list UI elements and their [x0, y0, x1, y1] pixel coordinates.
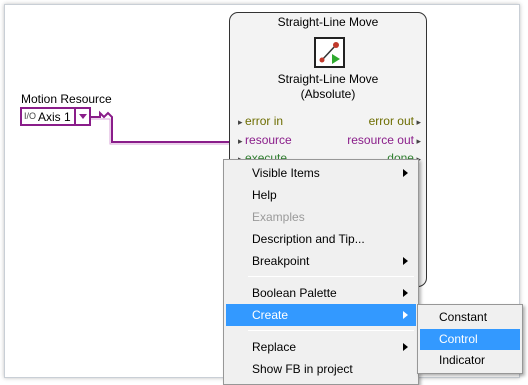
resource-out-terminal[interactable]: resource out — [347, 133, 421, 147]
block-name: Straight-Line Move (Absolute) — [277, 72, 379, 101]
block-title: Straight-Line Move — [277, 15, 379, 29]
submenu-item-indicator[interactable]: Indicator — [420, 350, 520, 371]
context-menu: Visible Items Help Examples Description … — [223, 159, 419, 385]
error-in-terminal[interactable]: error in — [238, 114, 283, 128]
error-out-terminal[interactable]: error out — [369, 114, 421, 128]
menu-item-boolean-palette[interactable]: Boolean Palette — [226, 282, 416, 304]
menu-item-create[interactable]: Create — [226, 304, 416, 326]
menu-item-show-fb-in-project[interactable]: Show FB in project — [226, 358, 416, 380]
submenu-arrow-icon — [403, 311, 408, 319]
io-type-icon: I/O — [24, 111, 37, 121]
menu-item-examples: Examples — [252, 210, 305, 224]
menu-item-replace[interactable]: Replace — [226, 336, 416, 358]
motion-resource-value: Axis 1 — [38, 109, 71, 124]
create-submenu: Constant Control Indicator — [417, 304, 523, 374]
menu-separator — [248, 330, 414, 331]
menu-item-help[interactable]: Help — [226, 184, 416, 206]
menu-item-visible-items[interactable]: Visible Items — [226, 162, 416, 184]
submenu-item-control[interactable]: Control — [420, 329, 520, 350]
menu-item-breakpoint[interactable]: Breakpoint — [226, 250, 416, 272]
resource-in-terminal[interactable]: resource — [238, 133, 292, 147]
menu-item-description-and-tip[interactable]: Description and Tip... — [226, 228, 416, 250]
straight-line-move-icon — [314, 37, 345, 68]
submenu-arrow-icon — [403, 343, 408, 351]
submenu-arrow-icon — [403, 289, 408, 297]
motion-resource-label: Motion Resource — [21, 92, 112, 106]
chevron-down-icon[interactable] — [74, 109, 89, 124]
submenu-item-constant[interactable]: Constant — [420, 307, 520, 328]
motion-resource-control[interactable]: I/O Axis 1 — [20, 107, 91, 126]
menu-separator — [248, 276, 414, 277]
submenu-arrow-icon — [403, 169, 408, 177]
submenu-arrow-icon — [403, 257, 408, 265]
